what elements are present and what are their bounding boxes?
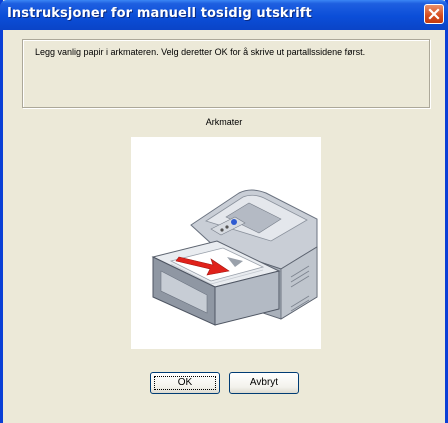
close-icon [428, 8, 440, 20]
dialog-window: Instruksjoner for manuell tosidig utskri… [0, 0, 448, 423]
illustration-caption: Arkmater [205, 117, 243, 127]
printer-tray-image [151, 189, 318, 326]
instruction-panel: Legg vanlig papir i arkmateren. Velg der… [22, 39, 430, 108]
close-button[interactable] [424, 4, 444, 24]
cancel-button[interactable]: Avbryt [229, 372, 299, 394]
title-bar[interactable]: Instruksjoner for manuell tosidig utskri… [0, 0, 448, 30]
window-title: Instruksjoner for manuell tosidig utskri… [7, 6, 312, 21]
instruction-text: Legg vanlig papir i arkmateren. Velg der… [35, 47, 366, 57]
ok-button[interactable]: OK [150, 372, 220, 394]
ok-button-label: OK [177, 377, 193, 388]
printer-tray-illustration [131, 137, 321, 349]
